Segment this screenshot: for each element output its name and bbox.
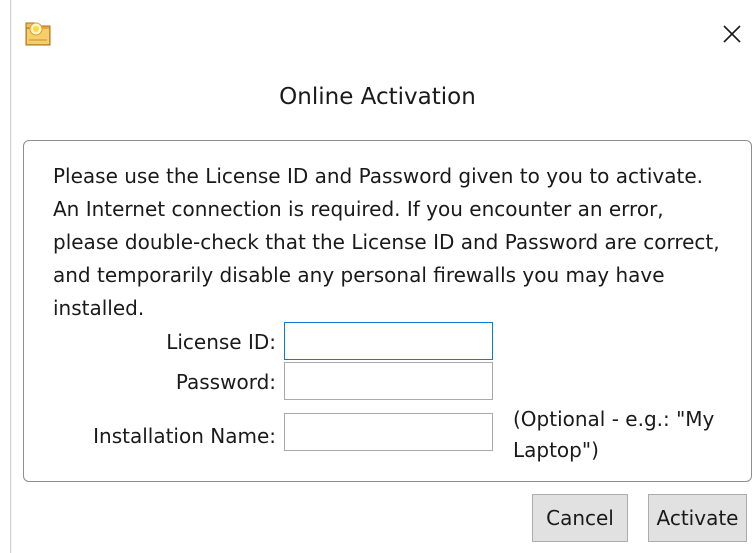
password-input[interactable]: [284, 362, 493, 400]
instructions-text: Please use the License ID and Password g…: [53, 164, 720, 320]
password-label: Password:: [175, 370, 276, 394]
installation-name-input[interactable]: [284, 413, 493, 451]
installation-name-label: Installation Name:: [93, 424, 276, 448]
close-icon: [723, 25, 741, 43]
folder-sun-icon: [23, 18, 53, 48]
close-button[interactable]: [716, 18, 748, 50]
activation-dialog: Online Activation Please use the License…: [0, 0, 755, 553]
license-id-label: License ID:: [166, 330, 276, 354]
window-edge: [10, 0, 12, 553]
dialog-title: Online Activation: [279, 84, 476, 110]
cancel-button[interactable]: Cancel: [532, 494, 628, 542]
installation-name-hint: (Optional - e.g.: "My Laptop"): [513, 407, 715, 462]
license-id-input[interactable]: [284, 322, 493, 360]
activate-button[interactable]: Activate: [648, 494, 747, 542]
